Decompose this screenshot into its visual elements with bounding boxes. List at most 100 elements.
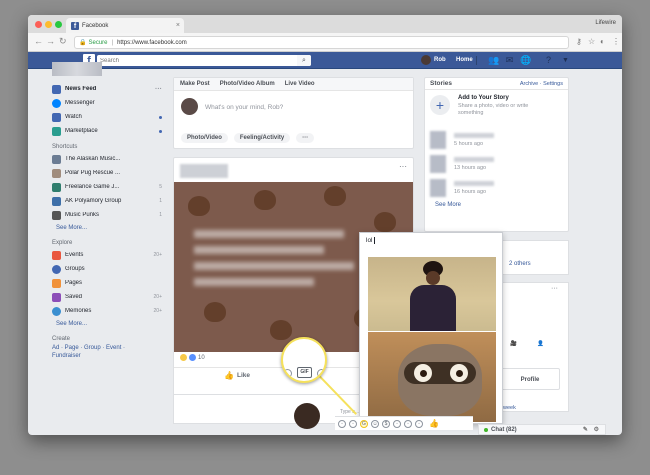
sidebar-item-shortcut[interactable]: The Alaskan Music... [52,152,162,166]
close-window-button[interactable] [35,21,42,28]
browser-menu-icon[interactable]: ⋮ [612,37,620,46]
url-field[interactable]: 🔒 Secure | https://www.facebook.com [74,36,569,49]
news-feed-icon [52,84,61,94]
story-item[interactable]: 16 hours ago [425,176,568,200]
help-icon[interactable]: ? [543,55,554,66]
composer-input[interactable]: What's on your mind, Rob? [205,104,283,111]
sidebar-item-memories[interactable]: Memories 20+ [52,304,162,318]
sidebar-item-shortcut[interactable]: AK Polyamory Group 1 [52,194,162,208]
minimize-window-button[interactable] [45,21,52,28]
url-text: https://www.facebook.com [117,39,187,46]
see-more-explore-link[interactable]: See More... [52,318,162,330]
post-options-icon[interactable]: ··· [399,162,407,171]
avatar[interactable] [421,55,431,65]
more-icon[interactable]: ··· [155,86,162,93]
tab-close-icon[interactable]: × [176,22,180,29]
sidebar-item-shortcut[interactable]: Freelance Game J... 5 [52,180,162,194]
tab-photo-video-album[interactable]: Photo/Video Album [220,81,275,87]
photo-video-button[interactable]: Photo/Video [181,133,228,143]
invite-icon[interactable]: 👤 [537,341,544,347]
attach-icon[interactable]: ◦ [404,419,412,428]
game-icon[interactable]: ◦ [393,419,401,428]
post-author-blurred[interactable] [180,164,228,178]
home-link[interactable]: Home [456,57,473,63]
bookmark-star-icon[interactable]: ☆ [588,37,595,46]
see-more-shortcuts-link[interactable]: See More... [52,222,162,234]
sidebar-item-pages[interactable]: Pages [52,276,162,290]
add-to-story-button[interactable]: + Add to Your Story Share a photo, video… [425,90,568,128]
video-call-icon[interactable]: 🎥 [510,341,517,347]
payment-icon[interactable]: $ [382,419,390,428]
sticker-icon[interactable]: ◦ [349,419,357,428]
gif-icon[interactable]: G [360,419,368,428]
group-thumbnail-icon [52,154,61,164]
notifications-globe-icon[interactable]: 🌐 [520,55,531,66]
tab-live-video[interactable]: Live Video [285,81,315,87]
group-thumbnail-icon [52,168,61,178]
create-heading: Create [52,336,71,342]
tab-facebook[interactable]: f Facebook × [66,18,184,33]
sidebar-item-groups[interactable]: Groups [52,262,162,276]
create-links[interactable]: Ad · Page · Group · Event · Fundraiser [52,344,137,360]
feeling-activity-button[interactable]: Feeling/Activity [233,133,291,143]
profile-link-blurred[interactable] [52,62,102,76]
sidebar-item-shortcut[interactable]: Polar Pug Rescue ... [52,166,162,180]
back-icon[interactable]: ← [34,36,43,46]
sidebar-item-marketplace[interactable]: Marketplace [52,124,162,138]
profile-name-link[interactable]: Rob [434,57,446,63]
sidebar-item-label: Messenger [65,100,95,106]
extension-icon[interactable]: ◐ [600,37,605,46]
shortcuts-heading: Shortcuts [52,144,78,150]
more-options-icon[interactable]: ··· [551,285,558,292]
blurred-caption [194,262,354,270]
sidebar-item-events[interactable]: Events 20+ [52,248,162,262]
sidebar-item-shortcut[interactable]: Music Punks 1 [52,208,162,222]
stories-archive-settings-links[interactable]: Archive · Settings [520,81,563,87]
story-item[interactable]: 13 hours ago [425,152,568,176]
count-badge: 20+ [153,308,162,314]
messenger-icon[interactable]: ✉ [504,55,515,66]
camera-icon[interactable]: ◦ [338,419,346,428]
post-image[interactable] [294,403,320,429]
blurred-caption [194,278,314,286]
key-icon[interactable]: ⚷ [576,37,582,46]
reaction-summary[interactable]: 10 [180,354,205,361]
friend-requests-icon[interactable]: 👥 [488,55,499,66]
sidebar-item-label: Polar Pug Rescue ... [65,170,121,176]
browser-profile-name[interactable]: Lifewire [595,20,616,26]
story-item[interactable]: 5 hours ago [425,128,568,152]
gif-result[interactable] [368,257,496,331]
stories-see-more-link[interactable]: See More [425,202,568,208]
chat-options-icon[interactable]: ✎ ⚙ [583,426,601,433]
more-icon[interactable]: ◦ [415,419,423,428]
sidebar-item-label: News Feed [65,86,97,92]
group-thumbnail-icon [52,210,61,220]
sidebar-item-watch[interactable]: Watch [52,110,162,124]
forward-icon[interactable]: → [46,36,55,46]
others-link[interactable]: 2 others [509,261,531,267]
profile-button[interactable]: Profile [500,368,560,390]
reload-icon[interactable]: ↻ [59,36,67,47]
emoji-pile-icon [204,302,226,322]
maximize-window-button[interactable] [55,21,62,28]
emoji-pile-icon [324,186,346,206]
emoji-pile-icon [254,190,276,210]
gif-search-input[interactable]: lol [366,237,375,244]
gif-icon: GIF [297,367,312,378]
sidebar-item-label: Memories [65,308,92,314]
tab-make-post[interactable]: Make Post [180,81,210,87]
sidebar-item-messenger[interactable]: Messenger [52,96,162,110]
thumbs-up-icon[interactable]: 👍 [429,419,439,428]
emoji-icon[interactable]: ☺ [371,419,379,428]
sidebar-item-news-feed[interactable]: News Feed ··· [52,82,162,96]
more-options-button[interactable]: ··· [296,133,315,143]
sidebar-item-saved[interactable]: Saved 20+ [52,290,162,304]
account-menu-caret-icon[interactable]: ▼ [560,55,571,66]
gif-result[interactable] [368,332,496,422]
emoji-icon [317,369,325,378]
group-thumbnail-icon [52,196,61,206]
week-link[interactable]: week [503,405,516,411]
search-icon[interactable]: ⌕ [297,55,311,66]
notification-dot [159,129,162,133]
chat-sidebar-toggle[interactable]: Chat (82) ✎ ⚙ [478,424,606,435]
